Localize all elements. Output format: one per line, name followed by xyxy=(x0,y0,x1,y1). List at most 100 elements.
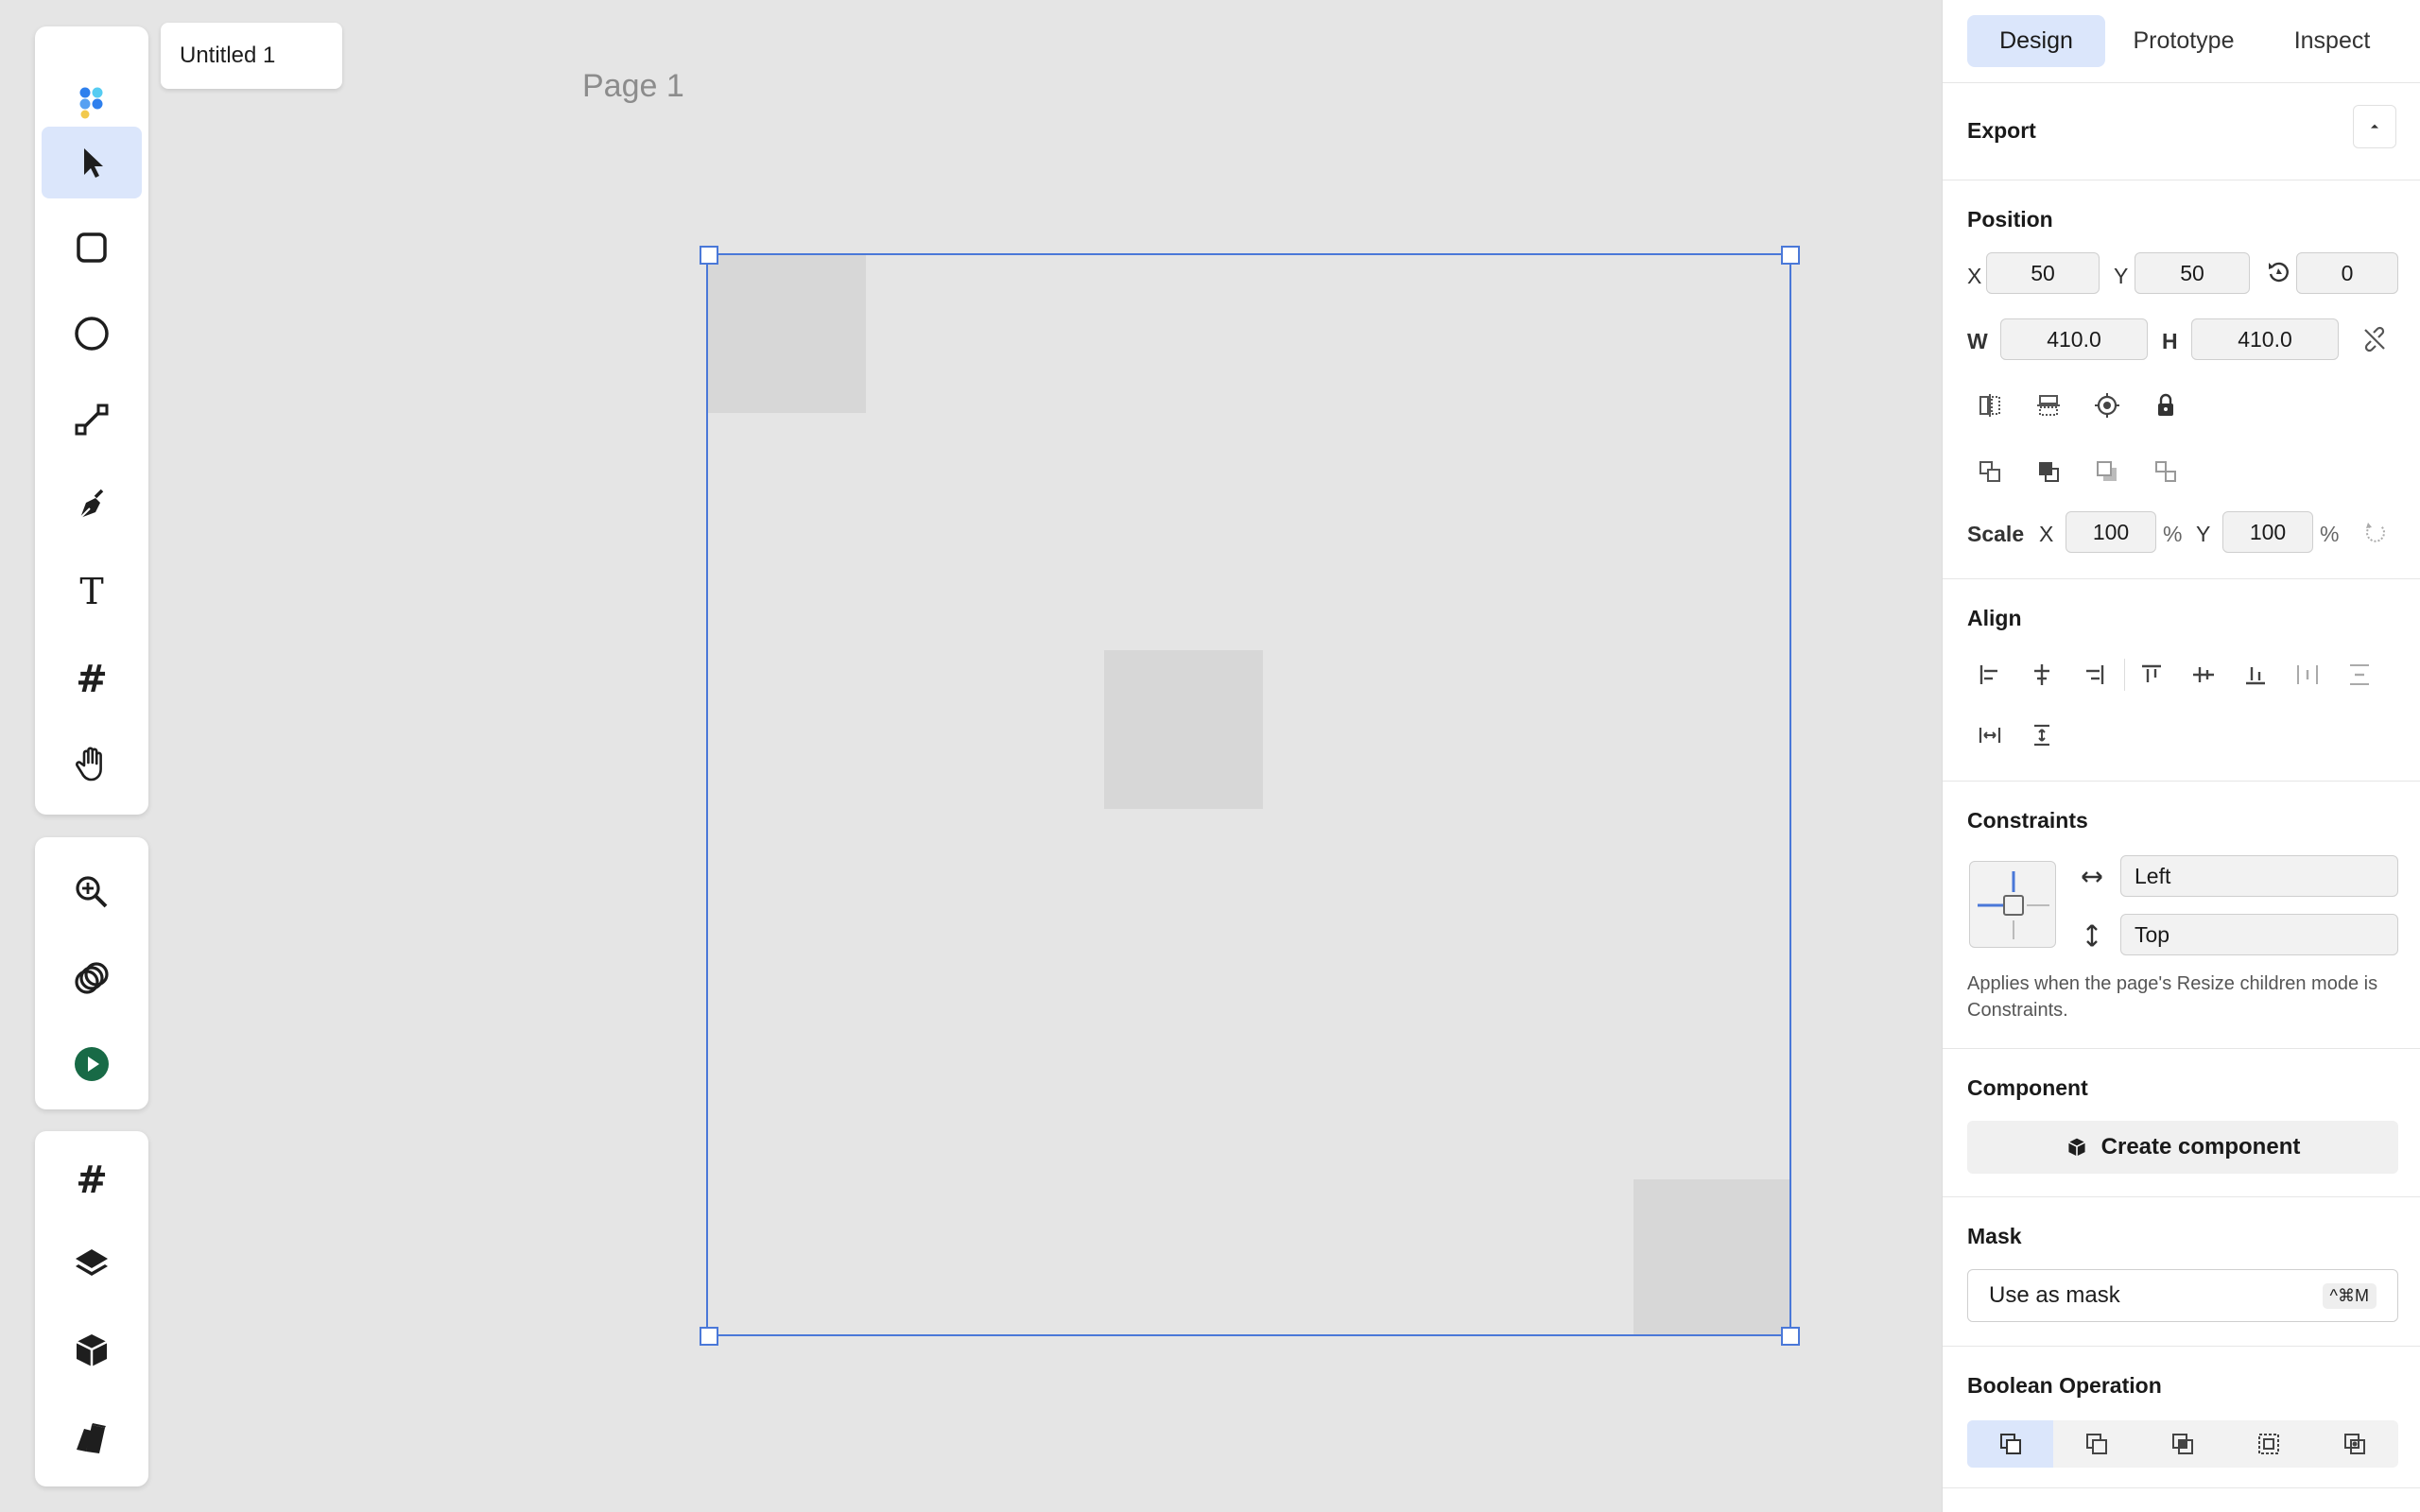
resize-handle-top-left[interactable] xyxy=(700,246,718,265)
flip-horizontal-icon[interactable] xyxy=(1974,389,2006,421)
components-tool-button[interactable] xyxy=(42,942,142,1014)
scale-label: Scale xyxy=(1967,522,2025,546)
constraints-section: Constraints Left Top Applies when the pa… xyxy=(1943,782,2420,1049)
union-icon xyxy=(1999,1434,2021,1454)
scale-y-unit: % xyxy=(2320,522,2340,546)
chevron-up-icon xyxy=(2371,124,2378,129)
tab-inspect[interactable]: Inspect xyxy=(2264,15,2400,67)
target-icon[interactable] xyxy=(2091,389,2123,421)
component-title: Component xyxy=(1967,1075,2088,1100)
align-middle-icon[interactable] xyxy=(2187,659,2220,691)
send-to-back-icon[interactable] xyxy=(2150,455,2182,488)
boolean-section: Boolean Operation xyxy=(1943,1347,2420,1488)
tab-design[interactable]: Design xyxy=(1967,15,2105,67)
hand-tool-button[interactable] xyxy=(42,728,142,799)
align-right-icon[interactable] xyxy=(2078,659,2110,691)
y-label: Y xyxy=(2114,264,2129,288)
view-toolbar xyxy=(35,837,148,1109)
bring-to-front-icon[interactable] xyxy=(2032,455,2065,488)
horizontal-arrows-icon xyxy=(2076,861,2108,893)
vertical-arrows-icon xyxy=(2076,919,2108,952)
use-as-mask-button[interactable]: Use as mask ^⌘M xyxy=(1967,1269,2398,1322)
boolean-title: Boolean Operation xyxy=(1967,1373,2162,1398)
align-bottom-icon[interactable] xyxy=(2239,659,2272,691)
bring-forward-icon[interactable] xyxy=(1974,455,2006,488)
styles-panel-icon[interactable] xyxy=(42,1400,142,1472)
collapse-button[interactable] xyxy=(2353,105,2396,148)
properties-panel: Design Prototype Inspect Export Position… xyxy=(1942,0,2420,1512)
horizontal-constraint-select[interactable]: Left xyxy=(2120,855,2398,897)
component-icon xyxy=(2067,1138,2085,1157)
app-logo-icon[interactable] xyxy=(42,64,142,136)
align-left-icon[interactable] xyxy=(1974,659,2006,691)
scale-y-label: Y xyxy=(2196,522,2211,546)
use-as-mask-label: Use as mask xyxy=(1989,1282,2120,1308)
mask-section: Mask Use as mask ^⌘M xyxy=(1943,1197,2420,1347)
union-button[interactable] xyxy=(1967,1420,2054,1468)
selection-frame[interactable] xyxy=(706,253,1791,1336)
line-tool-button[interactable] xyxy=(42,384,142,455)
text-tool-button[interactable]: T xyxy=(42,556,142,627)
create-component-button[interactable]: Create component xyxy=(1967,1121,2398,1174)
scale-x-unit: % xyxy=(2163,522,2183,546)
send-backward-icon[interactable] xyxy=(2091,455,2123,488)
x-input[interactable]: 50 xyxy=(1986,252,2100,294)
align-top-icon[interactable] xyxy=(2135,659,2168,691)
constraints-widget[interactable] xyxy=(1969,861,2056,948)
assets-panel-icon[interactable] xyxy=(42,1314,142,1386)
layers-panel-icon[interactable] xyxy=(42,1228,142,1300)
resize-handle-top-right[interactable] xyxy=(1781,246,1800,265)
x-label: X xyxy=(1967,264,1982,288)
resize-handle-bottom-right[interactable] xyxy=(1781,1327,1800,1346)
component-section: Component Create component xyxy=(1943,1049,2420,1197)
mask-shortcut: ^⌘M xyxy=(2322,1282,2377,1309)
frames-panel-icon[interactable]: # xyxy=(42,1143,142,1214)
frame-tool-button[interactable]: # xyxy=(42,642,142,713)
subtract-icon xyxy=(2085,1434,2107,1454)
align-title: Align xyxy=(1967,606,2022,630)
rectangle-tool-button[interactable] xyxy=(42,212,142,284)
flip-vertical-icon[interactable] xyxy=(2032,389,2065,421)
align-divider xyxy=(2124,659,2125,691)
width-input[interactable]: 410.0 xyxy=(2000,318,2148,360)
lock-icon[interactable] xyxy=(2150,389,2182,421)
reset-scale-icon[interactable] xyxy=(2360,516,2392,548)
y-input[interactable]: 50 xyxy=(2135,252,2250,294)
flatten-button[interactable] xyxy=(2312,1420,2398,1468)
svg-text:T: T xyxy=(79,573,103,610)
svg-text:#: # xyxy=(76,659,108,696)
create-component-label: Create component xyxy=(2100,1134,2301,1160)
distribute-vertical-icon[interactable] xyxy=(2343,659,2376,691)
height-input[interactable]: 410.0 xyxy=(2191,318,2339,360)
exclude-button[interactable] xyxy=(2226,1420,2312,1468)
main-toolbar: T # xyxy=(35,26,148,815)
ellipse-tool-button[interactable] xyxy=(42,298,142,369)
position-section: Position X 50 Y 50 0 W 410.0 H 410.0 Sca… xyxy=(1943,180,2420,579)
intersect-icon xyxy=(2172,1434,2193,1454)
vertical-constraint-select[interactable]: Top xyxy=(2120,914,2398,955)
constraints-title: Constraints xyxy=(1967,808,2088,833)
boolean-operations xyxy=(1967,1420,2398,1468)
position-title: Position xyxy=(1967,207,2053,232)
tidy-horizontal-icon[interactable] xyxy=(1974,719,2006,751)
svg-text:#: # xyxy=(76,1160,108,1197)
tab-prototype[interactable]: Prototype xyxy=(2113,15,2255,67)
rotation-input[interactable]: 0 xyxy=(2296,252,2398,294)
resize-handle-bottom-left[interactable] xyxy=(700,1327,718,1346)
tidy-vertical-icon[interactable] xyxy=(2026,719,2058,751)
unlink-icon[interactable] xyxy=(2359,323,2391,355)
export-section: Export xyxy=(1943,84,2420,180)
scale-x-input[interactable]: 100 xyxy=(2066,511,2156,553)
align-center-h-icon[interactable] xyxy=(2026,659,2058,691)
subtract-button[interactable] xyxy=(2053,1420,2139,1468)
play-button-icon[interactable] xyxy=(42,1028,142,1100)
distribute-horizontal-icon[interactable] xyxy=(2291,659,2324,691)
pen-tool-button[interactable] xyxy=(42,470,142,541)
exclude-icon xyxy=(2258,1434,2280,1454)
mask-title: Mask xyxy=(1967,1224,2022,1248)
move-tool-button[interactable] xyxy=(42,127,142,198)
zoom-tool-button[interactable] xyxy=(42,856,142,928)
intersect-button[interactable] xyxy=(2139,1420,2225,1468)
scale-y-input[interactable]: 100 xyxy=(2222,511,2313,553)
rotation-icon xyxy=(2262,256,2294,288)
